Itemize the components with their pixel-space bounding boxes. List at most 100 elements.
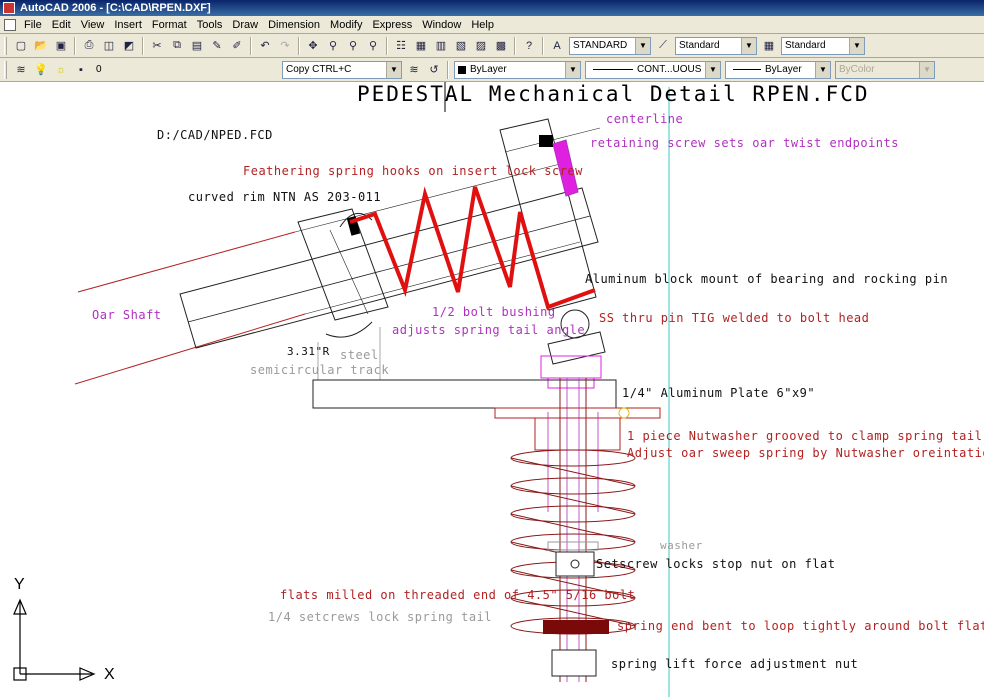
cut-icon[interactable]: ✂ xyxy=(148,37,166,55)
label-retaining-screw: retaining screw sets oar twist endpoints xyxy=(590,136,899,150)
zoom-window-icon[interactable]: ⚲ xyxy=(344,37,362,55)
curved-rim-block xyxy=(297,208,389,321)
menu-help[interactable]: Help xyxy=(466,17,499,33)
dim-style-select[interactable]: Standard ▼ xyxy=(675,36,757,55)
label-washer: washer xyxy=(660,539,703,552)
copy-icon[interactable]: ⧉ xyxy=(168,37,186,55)
nutwasher-hole xyxy=(618,407,630,419)
menu-view[interactable]: View xyxy=(76,17,110,33)
design-center-icon[interactable]: ▦ xyxy=(412,37,430,55)
menu-format[interactable]: Format xyxy=(147,17,192,33)
label-adjust-oar: Adjust oar sweep spring by Nutwasher ore… xyxy=(627,446,984,460)
layer-manager-icon[interactable]: ≋ xyxy=(12,61,30,79)
calculator-icon[interactable]: ▩ xyxy=(492,37,510,55)
aluminum-plate xyxy=(312,379,617,409)
pan-icon[interactable]: ✥ xyxy=(304,37,322,55)
chevron-down-icon[interactable]: ▼ xyxy=(919,61,934,78)
washer xyxy=(547,541,599,551)
lock-icon[interactable]: ▪ xyxy=(72,61,90,79)
chevron-down-icon[interactable]: ▼ xyxy=(815,61,830,78)
chevron-down-icon[interactable]: ▼ xyxy=(849,37,864,54)
linetype-select[interactable]: CONT...UOUS ▼ xyxy=(585,60,721,79)
menu-express[interactable]: Express xyxy=(367,17,417,33)
label-bolt-bushing: 1/2 bolt bushing xyxy=(432,305,556,319)
plot-style-select[interactable]: ByColor ▼ xyxy=(835,60,935,79)
label-nutwasher: 1 piece Nutwasher grooved to clamp sprin… xyxy=(627,429,983,443)
label-feathering-spring: Feathering spring hooks on insert lock s… xyxy=(243,164,583,178)
chevron-down-icon[interactable]: ▼ xyxy=(741,37,756,54)
chevron-down-icon[interactable]: ▼ xyxy=(635,37,650,54)
rim-arc xyxy=(325,321,373,338)
zoom-realtime-icon[interactable]: ⚲ xyxy=(324,37,342,55)
toolbar-grip[interactable] xyxy=(4,60,7,79)
toolbar-separator xyxy=(298,36,300,55)
undo-icon[interactable]: ↶ xyxy=(256,37,274,55)
label-flats-milled: flats milled on threaded end of 4.5" 5/1… xyxy=(280,588,636,602)
menu-modify[interactable]: Modify xyxy=(325,17,367,33)
spring-end-loop xyxy=(543,620,609,634)
lineweight-preview xyxy=(733,69,761,70)
ucs-y-label: Y xyxy=(14,576,25,593)
color-select[interactable]: ByLayer ▼ xyxy=(454,60,581,79)
chevron-down-icon[interactable]: ▼ xyxy=(386,61,401,78)
menu-insert[interactable]: Insert xyxy=(109,17,147,33)
make-layer-current-icon[interactable]: ≋ xyxy=(405,61,423,79)
label-oar-shaft: Oar Shaft xyxy=(92,308,162,322)
label-aluminum-block: Aluminum block mount of bearing and rock… xyxy=(585,272,949,286)
text-style-icon[interactable]: A xyxy=(548,37,566,55)
open-icon[interactable]: 📂 xyxy=(32,37,50,55)
menu-draw[interactable]: Draw xyxy=(227,17,263,33)
lineweight-select[interactable]: ByLayer ▼ xyxy=(725,60,831,79)
zoom-previous-icon[interactable]: ⚲ xyxy=(364,37,382,55)
table-style-icon[interactable]: ▦ xyxy=(760,37,778,55)
save-icon[interactable]: ▣ xyxy=(52,37,70,55)
label-spring-end: spring end bent to loop tightly around b… xyxy=(617,619,984,633)
label-setcrews-lock: 1/4 setcrews lock spring tail xyxy=(268,610,493,624)
nutwasher-top xyxy=(494,407,661,419)
match-properties-icon[interactable]: ✎ xyxy=(208,37,226,55)
new-icon[interactable]: ▢ xyxy=(12,37,30,55)
label-ss-thru-pin: SS thru pin TIG welded to bolt head xyxy=(599,311,870,325)
lightbulb-icon[interactable]: 💡 xyxy=(32,61,50,79)
chevron-down-icon[interactable]: ▼ xyxy=(705,61,720,78)
table-style-select[interactable]: Standard ▼ xyxy=(781,36,865,55)
lineweight-value: ByLayer xyxy=(765,64,802,75)
print-icon[interactable]: ⎙ xyxy=(80,37,98,55)
layer-value: 0 xyxy=(96,64,102,75)
paste-icon[interactable]: ▤ xyxy=(188,37,206,55)
color-swatch xyxy=(458,65,466,74)
publish-icon[interactable]: ◩ xyxy=(120,37,138,55)
table-style-value: Standard xyxy=(785,40,826,51)
tool-palettes-icon[interactable]: ▥ xyxy=(432,37,450,55)
drawing-canvas[interactable]: PEDESTAL Mechanical Detail RPEN.FCD cent… xyxy=(0,82,984,697)
sun-icon[interactable]: ☼ xyxy=(52,61,70,79)
chevron-down-icon[interactable]: ▼ xyxy=(565,61,580,78)
toolbar-separator xyxy=(142,36,144,55)
properties-icon[interactable]: ☷ xyxy=(392,37,410,55)
redo-icon[interactable]: ↷ xyxy=(276,37,294,55)
layer-select[interactable]: 0 xyxy=(93,61,278,79)
toolbar-grip[interactable] xyxy=(4,36,7,55)
plot-preview-icon[interactable]: ◫ xyxy=(100,37,118,55)
block-editor-icon[interactable]: ✐ xyxy=(228,37,246,55)
menu-file[interactable]: File xyxy=(19,17,47,33)
help-icon[interactable]: ? xyxy=(520,37,538,55)
window-title: AutoCAD 2006 - [C:\CAD\RPEN.DXF] xyxy=(20,2,211,14)
markup-icon[interactable]: ▨ xyxy=(472,37,490,55)
layer-previous-icon[interactable]: ↺ xyxy=(425,61,443,79)
label-setscrew-locks: Setscrew locks stop nut on flat xyxy=(596,557,836,571)
menu-dimension[interactable]: Dimension xyxy=(263,17,325,33)
menu-edit[interactable]: Edit xyxy=(47,17,76,33)
copy-command-field[interactable]: Copy CTRL+C ▼ xyxy=(282,60,402,79)
dim-style-icon[interactable]: ⟋ xyxy=(654,37,672,55)
sheet-set-icon[interactable]: ▧ xyxy=(452,37,470,55)
linetype-value: CONT...UOUS xyxy=(637,64,702,75)
menu-tools[interactable]: Tools xyxy=(192,17,228,33)
label-aluminum-plate: 1/4" Aluminum Plate 6"x9" xyxy=(622,386,816,400)
ucs-icon xyxy=(13,598,96,681)
menu-window[interactable]: Window xyxy=(417,17,466,33)
document-icon[interactable] xyxy=(4,18,16,31)
text-style-select[interactable]: STANDARD ▼ xyxy=(569,36,651,55)
standard-toolbar: ▢ 📂 ▣ ⎙ ◫ ◩ ✂ ⧉ ▤ ✎ ✐ ↶ ↷ ✥ ⚲ ⚲ ⚲ ☷ ▦ ▥ … xyxy=(0,34,984,58)
autocad-app-icon[interactable] xyxy=(3,2,15,14)
